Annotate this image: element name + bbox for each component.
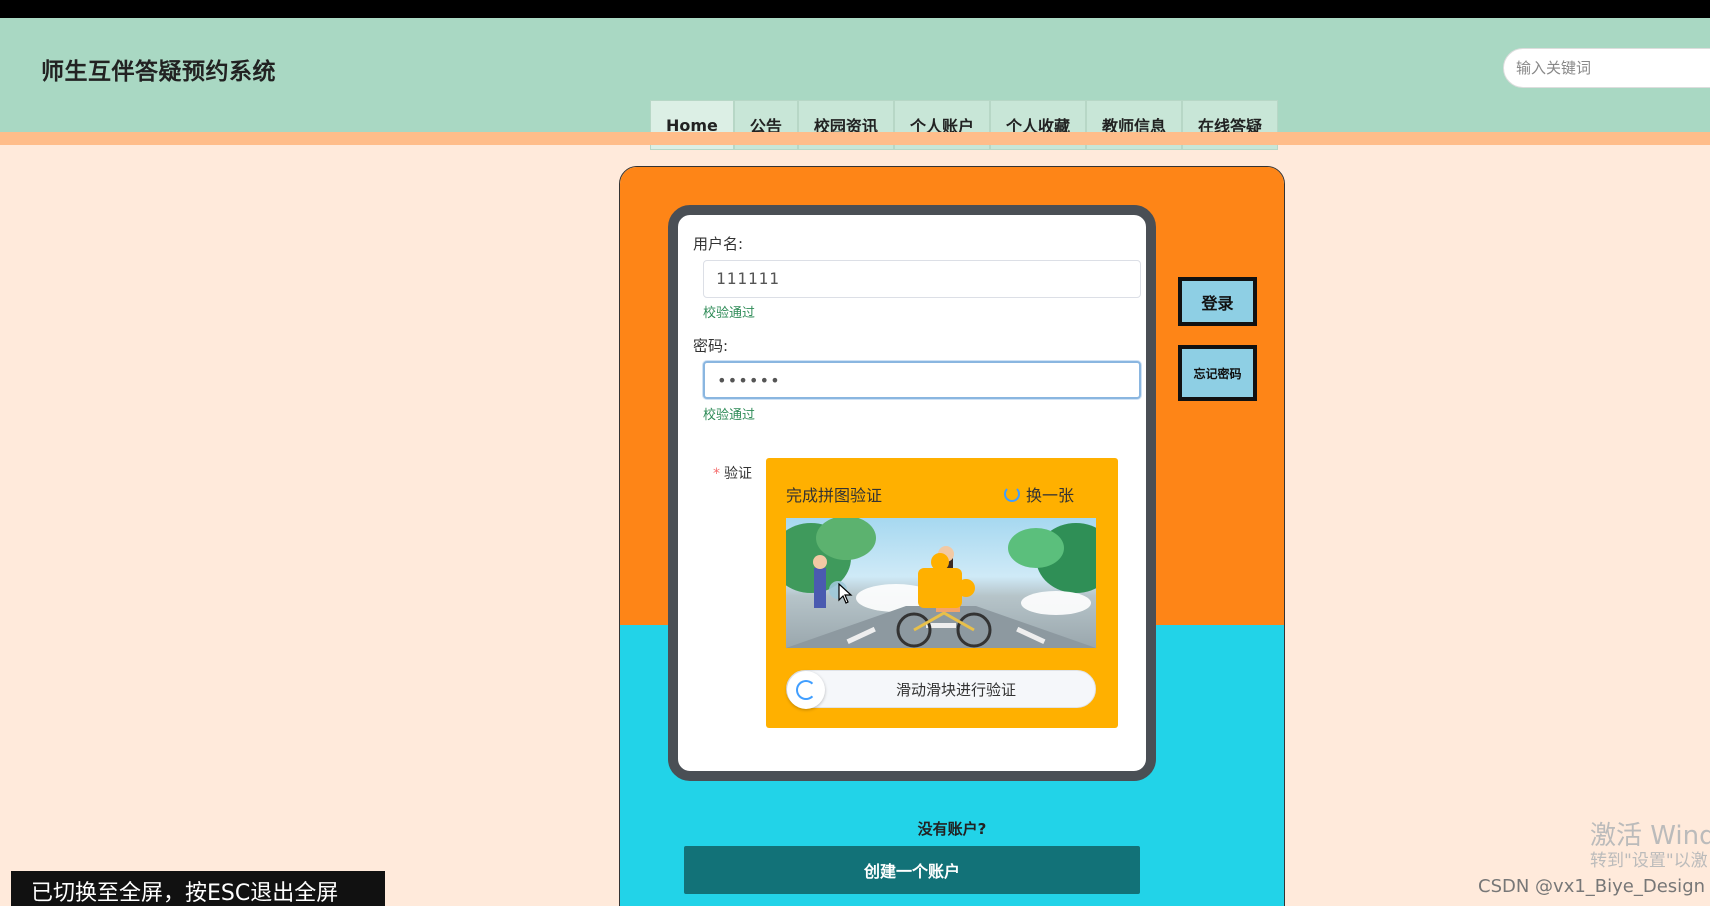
username-field-wrap[interactable] xyxy=(703,260,1141,298)
windows-activation-hint: 转到"设置"以激 xyxy=(1590,851,1708,871)
captcha-refresh-button[interactable]: 换一张 xyxy=(1004,482,1074,506)
csdn-watermark: CSDN @vx1_Biye_Design xyxy=(1478,876,1706,897)
captcha-title: 完成拼图验证 xyxy=(786,486,883,505)
create-account-button[interactable]: 创建一个账户 xyxy=(684,846,1140,894)
search-box[interactable] xyxy=(1503,48,1710,88)
required-star: * xyxy=(713,466,720,482)
captcha-refresh-label: 换一张 xyxy=(1026,486,1075,505)
username-label: 用户名: xyxy=(693,235,744,253)
password-field-wrap[interactable] xyxy=(703,361,1141,399)
slider-track: 滑动滑块进行验证 xyxy=(786,670,1096,709)
mouse-cursor-icon xyxy=(838,583,853,604)
slider-hint: 滑动滑块进行验证 xyxy=(895,681,1016,699)
no-account-text: 没有账户? xyxy=(917,820,987,838)
puzzle-captcha: 完成拼图验证 换一张 滑动滑块进行验证 xyxy=(766,458,1118,728)
password-label: 密码: xyxy=(693,337,729,355)
search-input[interactable] xyxy=(1516,59,1706,77)
header-divider xyxy=(0,132,1710,145)
password-status: 校验通过 xyxy=(703,408,756,423)
username-status: 校验通过 xyxy=(703,306,756,321)
refresh-icon xyxy=(1004,486,1020,502)
fullscreen-toast: 已切换至全屏，按ESC退出全屏 xyxy=(11,871,385,906)
login-form-card: 用户名: 校验通过 密码: 校验通过 *验证 完成拼图验证 换一张 xyxy=(668,205,1156,781)
username-input[interactable] xyxy=(716,269,1116,288)
captcha-image xyxy=(786,518,1096,648)
captcha-illustration xyxy=(786,518,1096,648)
verify-label-text: 验证 xyxy=(724,466,752,482)
forgot-password-button[interactable]: 忘记密码 xyxy=(1178,345,1257,401)
site-title: 师生互伴答疑预约系统 xyxy=(41,59,276,85)
top-black-bar xyxy=(0,0,1710,18)
login-button[interactable]: 登录 xyxy=(1178,277,1257,326)
password-input[interactable] xyxy=(717,371,1117,390)
site-header: 师生互伴答疑预约系统 Home 公告 校园资讯 个人账户 个人收藏 教师信息 在… xyxy=(0,18,1710,150)
verify-label: * 验证 xyxy=(713,463,752,483)
